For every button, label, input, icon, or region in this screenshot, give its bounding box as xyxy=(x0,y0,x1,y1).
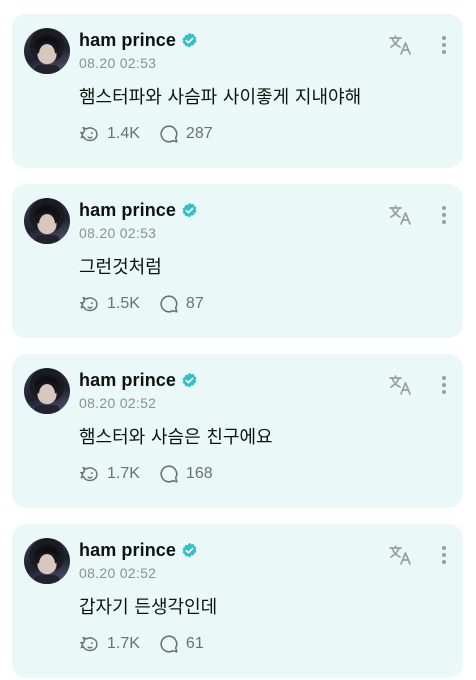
post-card[interactable]: ham prince 08.20 02:53 그런것처럼 1.5K 87 xyxy=(12,184,463,338)
comment-button[interactable]: 168 xyxy=(158,463,213,485)
verified-badge-icon xyxy=(182,372,197,388)
translate-icon[interactable] xyxy=(388,34,414,56)
comment-count: 287 xyxy=(185,125,213,142)
author-name[interactable]: ham prince xyxy=(79,30,176,51)
post-timestamp: 08.20 02:52 xyxy=(79,565,157,581)
translate-icon[interactable] xyxy=(388,374,414,396)
post-stats: 1.7K 168 xyxy=(79,463,213,485)
author-row: ham prince xyxy=(79,200,198,221)
like-button[interactable]: 1.4K xyxy=(79,123,140,145)
more-options-icon[interactable] xyxy=(439,34,449,56)
post-card[interactable]: ham prince 08.20 02:52 갑자기 든생각인데 1.7K 61 xyxy=(12,524,463,678)
post-text: 그런것처럼 xyxy=(79,257,162,278)
author-name[interactable]: ham prince xyxy=(79,370,176,391)
more-options-icon[interactable] xyxy=(439,544,449,566)
verified-badge-icon xyxy=(182,32,197,48)
avatar[interactable] xyxy=(24,368,70,414)
post-timestamp: 08.20 02:52 xyxy=(79,395,157,411)
post-stats: 1.5K 87 xyxy=(79,293,204,315)
speech-bubble-icon xyxy=(160,295,178,313)
like-button[interactable]: 1.5K xyxy=(79,293,140,315)
speech-bubble-icon xyxy=(160,125,178,143)
comment-count: 61 xyxy=(185,635,204,652)
translate-icon[interactable] xyxy=(388,544,414,566)
like-count: 1.7K xyxy=(107,635,140,652)
like-count: 1.5K xyxy=(107,295,140,312)
post-text: 햄스터파와 사슴파 사이좋게 지내야해 xyxy=(79,87,362,108)
comment-button[interactable]: 287 xyxy=(158,123,213,145)
like-count: 1.4K xyxy=(107,125,140,142)
verified-badge-icon xyxy=(182,202,197,218)
post-timestamp: 08.20 02:53 xyxy=(79,225,157,241)
hamster-paw-like-icon xyxy=(80,296,98,312)
like-count: 1.7K xyxy=(107,465,140,482)
like-button[interactable]: 1.7K xyxy=(79,463,140,485)
more-options-icon[interactable] xyxy=(439,204,449,226)
author-name[interactable]: ham prince xyxy=(79,200,176,221)
comment-count: 168 xyxy=(185,465,213,482)
avatar[interactable] xyxy=(24,28,70,74)
author-name[interactable]: ham prince xyxy=(79,540,176,561)
post-text: 햄스터와 사슴은 친구에요 xyxy=(79,427,273,448)
post-card[interactable]: ham prince 08.20 02:52 햄스터와 사슴은 친구에요 1.7… xyxy=(12,354,463,508)
comment-count: 87 xyxy=(185,295,204,312)
speech-bubble-icon xyxy=(160,465,178,483)
hamster-paw-like-icon xyxy=(80,126,98,142)
verified-badge-icon xyxy=(182,542,197,558)
author-row: ham prince xyxy=(79,370,198,391)
speech-bubble-icon xyxy=(160,635,178,653)
post-card[interactable]: ham prince 08.20 02:53 햄스터파와 사슴파 사이좋게 지내… xyxy=(12,14,463,168)
post-stats: 1.4K 287 xyxy=(79,123,213,145)
translate-icon[interactable] xyxy=(388,204,414,226)
post-text: 갑자기 든생각인데 xyxy=(79,597,218,618)
avatar[interactable] xyxy=(24,538,70,584)
comment-button[interactable]: 61 xyxy=(158,633,204,655)
more-options-icon[interactable] xyxy=(439,374,449,396)
post-timestamp: 08.20 02:53 xyxy=(79,55,157,71)
like-button[interactable]: 1.7K xyxy=(79,633,140,655)
author-row: ham prince xyxy=(79,30,198,51)
hamster-paw-like-icon xyxy=(80,636,98,652)
avatar[interactable] xyxy=(24,198,70,244)
hamster-paw-like-icon xyxy=(80,466,98,482)
post-feed: ham prince 08.20 02:53 햄스터파와 사슴파 사이좋게 지내… xyxy=(0,0,476,680)
author-row: ham prince xyxy=(79,540,198,561)
comment-button[interactable]: 87 xyxy=(158,293,204,315)
post-stats: 1.7K 61 xyxy=(79,633,204,655)
